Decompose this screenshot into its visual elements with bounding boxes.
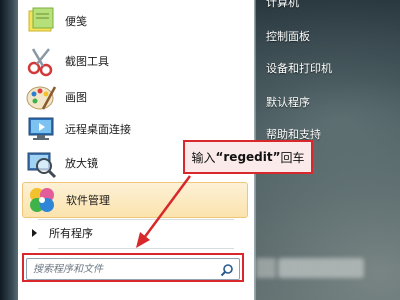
program-label: 远程桌面连接 (65, 123, 131, 136)
chevron-right-icon (32, 229, 37, 237)
all-programs-button[interactable]: 所有程序 (22, 222, 248, 244)
search-highlight-frame (22, 253, 244, 282)
software-manager-icon (26, 184, 58, 216)
instruction-callout: 输入 “regedit” 回车 (183, 140, 313, 174)
program-label: 画图 (65, 91, 87, 104)
paint-icon (25, 81, 57, 113)
callout-suffix: 回车 (280, 150, 305, 165)
all-programs-label: 所有程序 (49, 227, 93, 240)
shutdown-button-blurred[interactable] (256, 258, 276, 278)
divider (38, 219, 234, 220)
shutdown-options-blurred[interactable] (278, 258, 364, 278)
callout-prefix: 输入 (191, 150, 216, 165)
program-item-software-manager[interactable]: 软件管理 (22, 182, 248, 218)
program-label: 放大镜 (65, 157, 98, 170)
program-item-snipping-tool[interactable]: 截图工具 (22, 44, 248, 78)
right-link-control-panel[interactable]: 控制面板 (266, 28, 310, 44)
magnifier-icon (25, 147, 57, 179)
sticky-notes-icon (25, 5, 57, 37)
callout-keyword: “regedit” (215, 150, 281, 164)
program-item-sticky-notes[interactable]: 便笺 (22, 4, 248, 38)
window-edge (0, 0, 18, 300)
remote-desktop-icon (25, 113, 57, 145)
program-label: 截图工具 (65, 55, 109, 68)
program-label: 便笺 (65, 15, 87, 28)
snipping-tool-icon (25, 45, 57, 77)
program-item-paint[interactable]: 画图 (22, 80, 248, 114)
right-link-devices-printers[interactable]: 设备和打印机 (266, 60, 332, 76)
divider (38, 248, 234, 249)
program-label: 软件管理 (66, 194, 110, 207)
right-link-computer[interactable]: 计算机 (266, 0, 299, 10)
right-link-default-programs[interactable]: 默认程序 (266, 94, 310, 110)
